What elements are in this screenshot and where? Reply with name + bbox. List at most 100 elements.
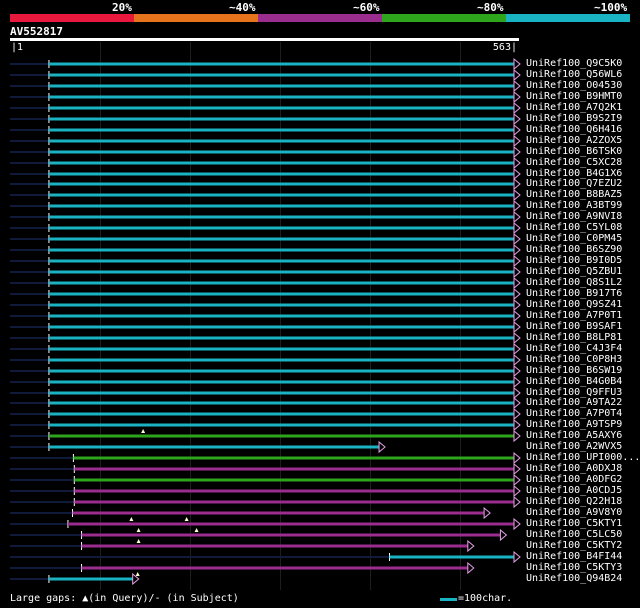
hit-arrow-head [513, 407, 521, 421]
hit-arrow-head [513, 167, 521, 181]
hit-arrow-head [513, 418, 521, 432]
query-gap-marker [184, 517, 189, 521]
hit-label[interactable]: UniRef100_Q94B24 [526, 573, 622, 584]
scale-bar [440, 598, 457, 601]
hit-arrow-head [378, 440, 386, 454]
hit-label[interactable]: UniRef100_Q9C5K0 [526, 58, 622, 69]
hit-label[interactable]: UniRef100_B6SW19 [526, 365, 622, 376]
hit-label[interactable]: UniRef100_B9S2I9 [526, 113, 622, 124]
hit-arrow-head [513, 265, 521, 279]
scale-label: =100char. [458, 593, 513, 604]
hit-arrow-head [467, 561, 475, 575]
query-gap-marker [135, 572, 140, 576]
hit-arrow-head [513, 276, 521, 290]
hit-label[interactable]: UniRef100_A3BT99 [526, 200, 622, 211]
hit-label[interactable]: UniRef100_A0CDJ5 [526, 485, 622, 496]
hit-arrow-head [513, 353, 521, 367]
query-gap-marker [141, 429, 146, 433]
hit-label[interactable]: UniRef100_Q9SZ41 [526, 299, 622, 310]
hit-arrow-head [513, 287, 521, 301]
hit-label[interactable]: UniRef100_B917T6 [526, 288, 622, 299]
hit-label[interactable]: UniRef100_B4FI44 [526, 551, 622, 562]
hit-arrow-head [513, 254, 521, 268]
hit-label[interactable]: UniRef100_A9NVI8 [526, 211, 622, 222]
hit-label[interactable]: UniRef100_Q5ZBU1 [526, 266, 622, 277]
hit-arrow-head [513, 331, 521, 345]
hit-arrow-head [513, 57, 521, 71]
hit-arrow-head [513, 342, 521, 356]
hit-arrow-head [513, 386, 521, 400]
hit-label[interactable]: UniRef100_A9TA22 [526, 397, 622, 408]
hit-label[interactable]: UniRef100_A7Q2K1 [526, 102, 622, 113]
hit-label[interactable]: UniRef100_B8LP81 [526, 332, 622, 343]
hit-label[interactable]: UniRef100_Q6H416 [526, 124, 622, 135]
hit-arrow-head [513, 429, 521, 443]
hit-label[interactable]: UniRef100_B9SAF1 [526, 321, 622, 332]
hit-arrow-head [513, 156, 521, 170]
hit-label[interactable]: UniRef100_A2ZOX5 [526, 135, 622, 146]
hit-label[interactable]: UniRef100_B4G0B4 [526, 376, 622, 387]
hit-arrow-head [499, 528, 508, 542]
hit-arrow-head [513, 79, 521, 93]
hit-arrow-head [513, 134, 521, 148]
hit-label[interactable]: UniRef100_A2WVX5 [526, 441, 622, 452]
hit-arrow-head [513, 462, 521, 476]
hit-arrow-head [513, 550, 521, 564]
hit-label[interactable]: UniRef100_C5YL08 [526, 222, 622, 233]
hit-label[interactable]: UniRef100_B6SZ90 [526, 244, 622, 255]
hit-label[interactable]: UniRef100_C0P8H3 [526, 354, 622, 365]
hit-arrow-head [513, 298, 521, 312]
hit-label[interactable]: UniRef100_Q22H18 [526, 496, 622, 507]
hit-label[interactable]: UniRef100_A5AXY6 [526, 430, 622, 441]
hit-arrow-head [513, 221, 521, 235]
hit-arrow-head [513, 199, 521, 213]
gap-legend-text: Large gaps: ▲(in Query)/- (in Subject) [10, 593, 239, 604]
hit-arrow-head [513, 320, 521, 334]
hit-label[interactable]: UniRef100_A7P0T1 [526, 310, 622, 321]
hit-label[interactable]: UniRef100_A9V8Y0 [526, 507, 622, 518]
hit-label[interactable]: UniRef100_A0DXJ8 [526, 463, 622, 474]
query-gap-marker [129, 517, 134, 521]
hit-arrow-head [483, 506, 491, 520]
hit-label[interactable]: UniRef100_B9HMT0 [526, 91, 622, 102]
hit-label[interactable]: UniRef100_C5KTY1 [526, 518, 622, 529]
hit-label[interactable]: UniRef100_Q8S1L2 [526, 277, 622, 288]
hit-label[interactable]: UniRef100_A9TSP9 [526, 419, 622, 430]
hit-arrow-head [513, 68, 521, 82]
hit-arrow-head [513, 375, 521, 389]
hit-arrow-head [513, 517, 521, 531]
hit-label[interactable]: UniRef100_Q56WL6 [526, 69, 622, 80]
hit-label[interactable]: UniRef100_C5KTY2 [526, 540, 622, 551]
hit-label[interactable]: UniRef100_C4J3F4 [526, 343, 622, 354]
hit-arrow-head [513, 484, 521, 498]
hit-arrow-head [467, 539, 475, 553]
hit-label[interactable]: UniRef100_C5XC28 [526, 157, 622, 168]
hit-arrow-head [513, 123, 521, 137]
hit-arrow-head [513, 495, 521, 509]
hit-arrow-head [513, 243, 521, 257]
hit-label[interactable]: UniRef100_C5LC50 [526, 529, 622, 540]
hit-arrow-head [513, 364, 521, 378]
hit-arrow-head [513, 473, 521, 487]
hit-label[interactable]: UniRef100_O04530 [526, 80, 622, 91]
hit-label[interactable]: UniRef100_Q7EZU2 [526, 178, 622, 189]
hit-arrow-head [513, 177, 521, 191]
hit-label[interactable]: UniRef100_B9I0D5 [526, 255, 622, 266]
hit-arrow-head [513, 210, 521, 224]
hit-arrow-head [513, 188, 521, 202]
hit-arrow-head [513, 451, 521, 465]
hit-label[interactable]: UniRef100_UPI000... [526, 452, 640, 463]
hit-label[interactable]: UniRef100_A7P0T4 [526, 408, 622, 419]
hit-label[interactable]: UniRef100_C5KTY3 [526, 562, 622, 573]
hit-label[interactable]: UniRef100_C0PM45 [526, 233, 622, 244]
query-gap-marker [136, 528, 141, 532]
hit-arrow-head [513, 101, 521, 115]
hit-label[interactable]: UniRef100_A0DFG2 [526, 474, 622, 485]
hit-label[interactable]: UniRef100_B6TSK0 [526, 146, 622, 157]
query-gap-marker [194, 528, 199, 532]
hit-label[interactable]: UniRef100_B8BAZ5 [526, 189, 622, 200]
hit-arrow-head [513, 90, 521, 104]
query-gap-marker [136, 539, 141, 543]
hit-arrow-head [513, 396, 521, 410]
hit-arrow-head [513, 309, 521, 323]
